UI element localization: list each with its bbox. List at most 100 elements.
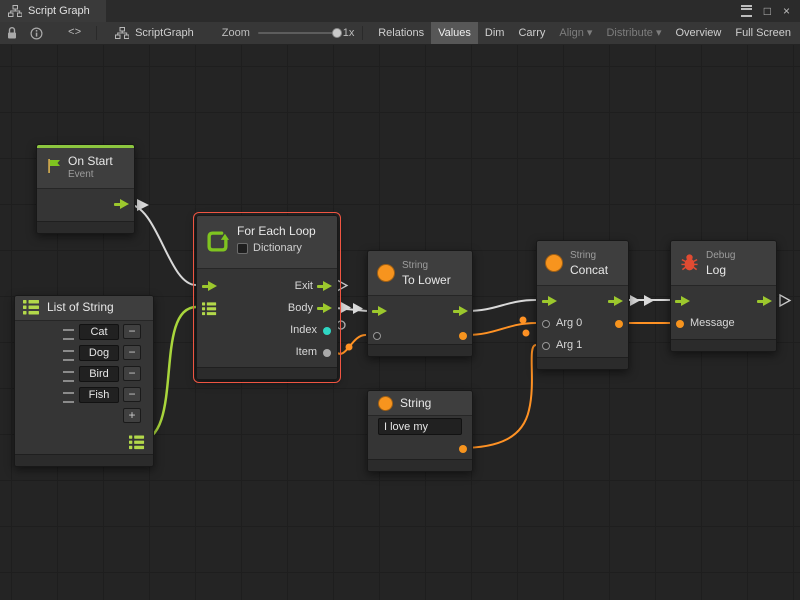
flow-in-port[interactable] [542, 296, 557, 307]
node-title: On Start [68, 154, 113, 168]
port-row-item: Item [197, 342, 337, 364]
fullscreen-button[interactable]: Full Screen [728, 22, 798, 44]
drag-handle-icon[interactable] [63, 329, 74, 340]
index-port-label: Index [290, 324, 317, 336]
window-menu-icon[interactable] [741, 5, 752, 17]
node-on-start[interactable]: On Start Event [36, 144, 135, 234]
carry-button[interactable]: Carry [511, 22, 552, 44]
node-header: Debug Log [671, 241, 776, 286]
node-header: For Each Loop Dictionary [197, 216, 337, 269]
result-out-port[interactable] [459, 332, 467, 340]
list-item-field[interactable] [79, 387, 119, 403]
list-in-port[interactable] [202, 302, 217, 316]
node-debug-log[interactable]: Debug Log Message [670, 240, 777, 352]
result-out-port[interactable] [615, 320, 623, 328]
flow-out-port[interactable] [114, 199, 129, 210]
zoom-value: 1x [343, 27, 355, 39]
port-row-flow [537, 291, 628, 313]
distribute-button[interactable]: Distribute ▾ [599, 22, 668, 44]
flag-icon [46, 158, 62, 174]
node-footer [15, 454, 153, 466]
zoom-slider[interactable] [258, 22, 337, 44]
flow-in-port[interactable] [675, 296, 690, 307]
tab-label: Script Graph [28, 5, 90, 17]
body-port-label: Body [288, 302, 313, 314]
titlebar: Script Graph □ × [0, 0, 800, 23]
loop-icon [206, 230, 229, 253]
node-title: For Each Loop [237, 224, 316, 238]
list-item-field[interactable] [79, 345, 119, 361]
string-icon [545, 254, 563, 272]
exit-out-port[interactable] [317, 281, 332, 292]
arg0-in-port[interactable] [542, 320, 550, 328]
toolbar: <> ScriptGraph Zoom 1x Relations Values … [0, 22, 800, 45]
list-row: − [15, 322, 153, 343]
message-in-port[interactable] [676, 320, 684, 328]
item-port-label: Item [296, 346, 317, 358]
node-footer [368, 459, 472, 471]
node-string-concat[interactable]: String Concat Arg 0 Arg 1 [536, 240, 629, 370]
list-out-port[interactable] [129, 435, 145, 450]
node-category: String [402, 260, 428, 271]
breadcrumb-graph-name[interactable]: ScriptGraph [135, 27, 194, 39]
info-icon[interactable] [30, 27, 43, 40]
string-value-input[interactable] [378, 418, 462, 435]
close-button[interactable]: × [783, 4, 790, 18]
node-footer [37, 221, 134, 233]
code-preview-button[interactable]: <> [61, 22, 88, 44]
node-for-each-loop[interactable]: For Each Loop Dictionary Exit Body Index… [196, 215, 338, 380]
lock-icon[interactable] [6, 26, 18, 40]
message-label: Message [690, 317, 735, 329]
drag-handle-icon[interactable] [63, 392, 74, 403]
remove-item-button[interactable]: − [123, 345, 141, 360]
string-in-port[interactable] [373, 332, 381, 340]
flow-out-port[interactable] [453, 306, 468, 317]
body-out-port[interactable] [317, 303, 332, 314]
tab-script-graph[interactable]: Script Graph [0, 0, 106, 22]
overview-button[interactable]: Overview [669, 22, 729, 44]
distribute-label: Distribute [606, 27, 652, 39]
dim-button[interactable]: Dim [478, 22, 512, 44]
node-footer [671, 339, 776, 351]
list-item-field[interactable] [79, 366, 119, 382]
align-button[interactable]: Align ▾ [552, 22, 599, 44]
node-header: String Concat [537, 241, 628, 286]
remove-item-button[interactable]: − [123, 387, 141, 402]
list-item-field[interactable] [79, 324, 119, 340]
node-string-literal[interactable]: String [367, 390, 473, 472]
string-icon [377, 264, 395, 282]
node-list-of-string[interactable]: List of String − − − − + [14, 295, 154, 467]
port-row-flow [671, 291, 776, 313]
slider-track[interactable] [258, 32, 337, 34]
item-out-port[interactable] [323, 349, 331, 357]
node-string-to-lower[interactable]: String To Lower [367, 250, 473, 357]
maximize-button[interactable]: □ [764, 4, 771, 18]
port-row-index: Index [197, 320, 337, 342]
slider-knob[interactable] [332, 28, 342, 38]
add-item-button[interactable]: + [123, 408, 141, 423]
node-category: Debug [706, 250, 735, 261]
value-out-port[interactable] [459, 445, 467, 453]
drag-handle-icon[interactable] [63, 371, 74, 382]
list-row: − [15, 343, 153, 364]
drag-handle-icon[interactable] [63, 350, 74, 361]
arg1-in-port[interactable] [542, 342, 550, 350]
index-out-port[interactable] [323, 327, 331, 335]
align-label: Align [559, 27, 583, 39]
remove-item-button[interactable]: − [123, 324, 141, 339]
arg1-label: Arg 1 [556, 339, 582, 351]
toolbar-separator [362, 26, 363, 40]
flow-in-port[interactable] [202, 281, 217, 292]
values-button[interactable]: Values [431, 22, 478, 44]
dictionary-label: Dictionary [253, 242, 302, 254]
relations-button[interactable]: Relations [371, 22, 431, 44]
node-subtitle: Event [68, 169, 94, 180]
dictionary-checkbox[interactable] [237, 243, 248, 254]
port-row-body: Body [197, 298, 337, 320]
flow-out-port[interactable] [608, 296, 623, 307]
zoom-label: Zoom [222, 27, 250, 39]
flow-out-port[interactable] [757, 296, 772, 307]
flow-in-port[interactable] [372, 306, 387, 317]
remove-item-button[interactable]: − [123, 366, 141, 381]
node-category: String [570, 250, 596, 261]
